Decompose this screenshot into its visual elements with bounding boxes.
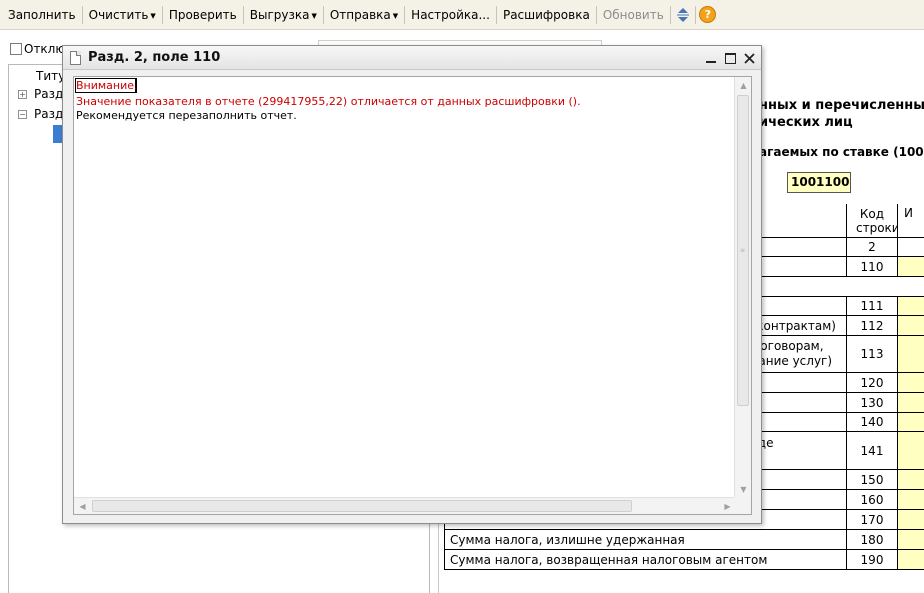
settings-button[interactable]: Настройка... [406, 5, 495, 25]
table-cell-code: 112 [847, 316, 898, 335]
expand-icon[interactable]: + [18, 90, 27, 99]
disable-checkbox[interactable] [10, 43, 22, 55]
table-cell-code: 190 [847, 550, 898, 569]
warning-message[interactable]: Внимание. [76, 79, 138, 92]
tree-item-label: Разд [34, 107, 64, 121]
help-icon: ? [699, 6, 717, 23]
clear-button-label: Очистить [88, 7, 149, 22]
fill-button[interactable]: Заполнить [3, 5, 81, 25]
toolbar-separator [81, 5, 83, 24]
table-cell-value[interactable] [898, 316, 924, 335]
table-cell-text: договорам, зание услуг) [752, 339, 833, 368]
table-row: Сумма налога, возвращенная налоговым аге… [444, 550, 924, 570]
table-cell-code: 170 [847, 510, 898, 529]
dialog-titlebar[interactable]: Разд. 2, поле 110 [63, 46, 761, 70]
table-cell-code: 111 [847, 297, 898, 315]
decode-button[interactable]: Расшифровка [498, 5, 595, 25]
detail-message[interactable]: Значение показателя в отчете (299417955,… [76, 95, 581, 108]
table-cell: Сумма налога, возвращенная налоговым аге… [444, 550, 847, 569]
refresh-button[interactable]: Обновить [598, 5, 669, 25]
table-cell-code: 130 [847, 393, 898, 412]
table-cell-value[interactable] [898, 257, 924, 276]
message-dialog: Разд. 2, поле 110 Внимание. Значение пок… [62, 45, 762, 524]
maximize-icon [724, 52, 736, 64]
toolbar-separator [495, 5, 497, 24]
table-cell-value [898, 238, 924, 256]
toolbar-separator [322, 5, 324, 24]
tree-item-section[interactable]: − Разд [18, 105, 63, 123]
report-heading: ических лиц [759, 115, 853, 130]
minimize-button[interactable] [701, 48, 721, 68]
export-button-label: Выгрузка [249, 7, 310, 22]
table-header-value: И [898, 204, 924, 237]
table-cell-value[interactable] [898, 550, 924, 569]
minimize-icon [706, 61, 716, 63]
table-cell-code: 110 [847, 257, 898, 276]
table-cell-value[interactable] [898, 297, 924, 315]
close-icon [743, 52, 755, 64]
send-button[interactable]: Отправка ▼ [325, 5, 403, 25]
messages-area[interactable]: Внимание. Значение показателя в отчете (… [73, 76, 752, 515]
close-button[interactable] [739, 48, 759, 68]
dropdown-arrow-icon: ▼ [392, 11, 399, 20]
table-cell-code: 150 [847, 470, 898, 489]
scroll-up-icon[interactable]: ▲ [735, 77, 752, 94]
table-cell-value[interactable] [898, 490, 924, 509]
scroll-corner [734, 497, 751, 514]
table-cell-code: 141 [847, 432, 898, 469]
collapse-icon[interactable]: − [18, 110, 27, 119]
horizontal-scrollbar[interactable]: ◀ ▶ [74, 497, 736, 514]
scroll-down-icon[interactable]: ▼ [735, 481, 752, 498]
toolbar: Заполнить Очистить ▼ Проверить Выгрузка ▼ … [0, 0, 924, 30]
table-cell-value[interactable] [898, 336, 924, 372]
table-cell-value[interactable] [898, 510, 924, 529]
table-cell-code: 120 [847, 373, 898, 392]
table-cell: Сумма налога, излишне удержанная [444, 530, 847, 549]
horizontal-scroll-thumb[interactable] [92, 500, 632, 512]
document-icon [70, 51, 81, 65]
table-cell-value[interactable] [898, 432, 924, 469]
send-button-label: Отправка [329, 7, 391, 22]
table-cell-code: 140 [847, 413, 898, 431]
table-cell-code: 113 [847, 336, 898, 372]
toolbar-separator [595, 5, 597, 24]
toolbar-separator [161, 5, 163, 24]
table-cell-code: 180 [847, 530, 898, 549]
tree-item-section[interactable]: + Разд [18, 85, 63, 103]
table-cell-code: 160 [847, 490, 898, 509]
dropdown-arrow-icon: ▼ [150, 11, 156, 20]
table-header-code: Код строки [847, 204, 900, 237]
table-cell-value[interactable] [898, 470, 924, 489]
toolbar-separator [694, 5, 696, 24]
expand-collapse-button[interactable] [672, 4, 694, 26]
toolbar-separator [242, 5, 244, 24]
clear-button[interactable]: Очистить ▼ [84, 5, 161, 25]
check-button[interactable]: Проверить [164, 5, 242, 25]
scroll-grip-icon: ≡ [740, 247, 746, 254]
table-cell-value[interactable] [898, 413, 924, 431]
header-code-label: Код строки [856, 206, 900, 235]
tree-item-label: Разд [34, 87, 64, 101]
table-cell-value[interactable] [898, 393, 924, 412]
report-heading: агаемых по ставке (100) [759, 145, 924, 159]
export-button[interactable]: Выгрузка ▼ [245, 5, 322, 25]
maximize-button[interactable] [720, 48, 740, 68]
scroll-left-icon[interactable]: ◀ [74, 498, 91, 515]
code-field[interactable]: 10011000110 [787, 172, 851, 193]
dialog-title: Разд. 2, поле 110 [88, 50, 221, 65]
toolbar-separator [669, 5, 671, 24]
table-cell-value[interactable] [898, 530, 924, 549]
toolbar-separator [404, 5, 406, 24]
vertical-scrollbar[interactable]: ▲ ≡ ▼ [734, 77, 751, 498]
table-cell-code: 2 [847, 238, 898, 256]
expand-collapse-icon [676, 7, 689, 22]
advice-message[interactable]: Рекомендуется перезаполнить отчет. [76, 109, 297, 122]
table-row: Сумма налога, излишне удержанная 180 [444, 530, 924, 550]
table-cell-value[interactable] [898, 373, 924, 392]
dropdown-arrow-icon: ▼ [311, 11, 317, 20]
report-heading: нных и перечисленных с [759, 98, 924, 113]
help-button[interactable]: ? [697, 4, 719, 26]
